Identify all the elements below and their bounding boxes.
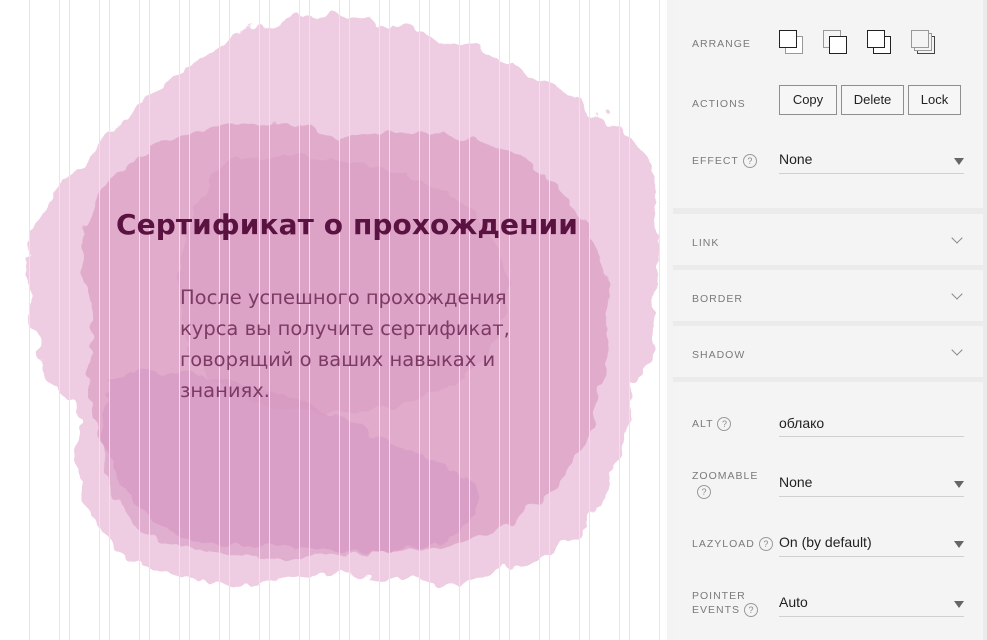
settings-panel: ARRANGE ACTIONS Copy Delete Lock EFFECT?…	[673, 0, 987, 640]
lazyload-value: On (by default)	[779, 534, 872, 550]
zoomable-select[interactable]: None	[779, 471, 964, 497]
alt-text-field[interactable]	[779, 411, 964, 437]
certificate-heading[interactable]: Сертификат о прохождении	[0, 208, 667, 241]
pointer-events-label-line1: POINTER	[692, 590, 746, 602]
general-settings-section: ARRANGE ACTIONS Copy Delete Lock EFFECT?…	[673, 0, 983, 208]
send-backward-icon[interactable]	[867, 30, 893, 54]
border-section-header[interactable]: BORDER	[673, 270, 983, 321]
chevron-down-icon	[954, 158, 964, 165]
shadow-section-header[interactable]: SHADOW	[673, 326, 983, 377]
chevron-down-icon	[951, 232, 963, 244]
effect-help-icon[interactable]: ?	[742, 154, 757, 169]
link-section-header[interactable]: LINK	[673, 214, 983, 265]
bring-to-front-icon[interactable]	[779, 30, 805, 54]
design-canvas[interactable]: Сертификат о прохождении После успешного…	[0, 0, 667, 640]
lazyload-label: LAZYLOAD?	[692, 537, 773, 552]
chevron-down-icon	[954, 541, 964, 548]
lazyload-label-text: LAZYLOAD	[692, 538, 755, 550]
description-line: После успешного прохождения	[180, 286, 507, 309]
lock-button[interactable]: Lock	[908, 85, 961, 115]
zoomable-value: None	[779, 474, 813, 490]
arrange-label: ARRANGE	[692, 38, 751, 50]
send-to-back-icon[interactable]	[911, 30, 937, 54]
alt-text-input[interactable]	[779, 411, 964, 435]
link-label: LINK	[692, 237, 720, 249]
alt-help-icon[interactable]: ?	[717, 417, 732, 432]
alt-label: ALT?	[692, 417, 732, 432]
zoomable-label: ZOOMABLE ?	[692, 469, 758, 499]
pointer-events-value: Auto	[779, 594, 808, 610]
certificate-description[interactable]: После успешного прохождения курса вы пол…	[180, 282, 510, 406]
border-label: BORDER	[692, 293, 743, 305]
pointer-events-help-icon[interactable]: ?	[744, 603, 759, 618]
actions-label: ACTIONS	[692, 98, 746, 110]
bring-forward-icon[interactable]	[823, 30, 849, 54]
lazyload-select[interactable]: On (by default)	[779, 531, 964, 557]
effect-label: EFFECT?	[692, 154, 757, 169]
lazyload-help-icon[interactable]: ?	[758, 537, 773, 552]
description-line: говорящий о ваших навыках и	[180, 348, 496, 371]
effect-value: None	[779, 151, 813, 167]
chevron-down-icon	[951, 344, 963, 356]
chevron-down-icon	[951, 288, 963, 300]
image-settings-section: ALT? ZOOMABLE ? None LAZYLOAD? On (by de…	[673, 382, 983, 640]
pointer-events-label: POINTER EVENTS?	[692, 589, 759, 618]
pointer-events-label-line2: EVENTS	[692, 604, 741, 616]
chevron-down-icon	[954, 481, 964, 488]
zoomable-help-icon[interactable]: ?	[697, 485, 711, 499]
copy-button[interactable]: Copy	[779, 85, 837, 115]
description-line: знаниях.	[180, 379, 270, 402]
shadow-label: SHADOW	[692, 349, 746, 361]
delete-button[interactable]: Delete	[841, 85, 904, 115]
effect-label-text: EFFECT	[692, 155, 739, 167]
description-line: курса вы получите сертификат,	[180, 317, 510, 340]
effect-select[interactable]: None	[779, 148, 964, 174]
pointer-events-select[interactable]: Auto	[779, 591, 964, 617]
zoomable-label-text: ZOOMABLE	[692, 470, 759, 482]
chevron-down-icon	[954, 601, 964, 608]
alt-label-text: ALT	[692, 418, 714, 430]
